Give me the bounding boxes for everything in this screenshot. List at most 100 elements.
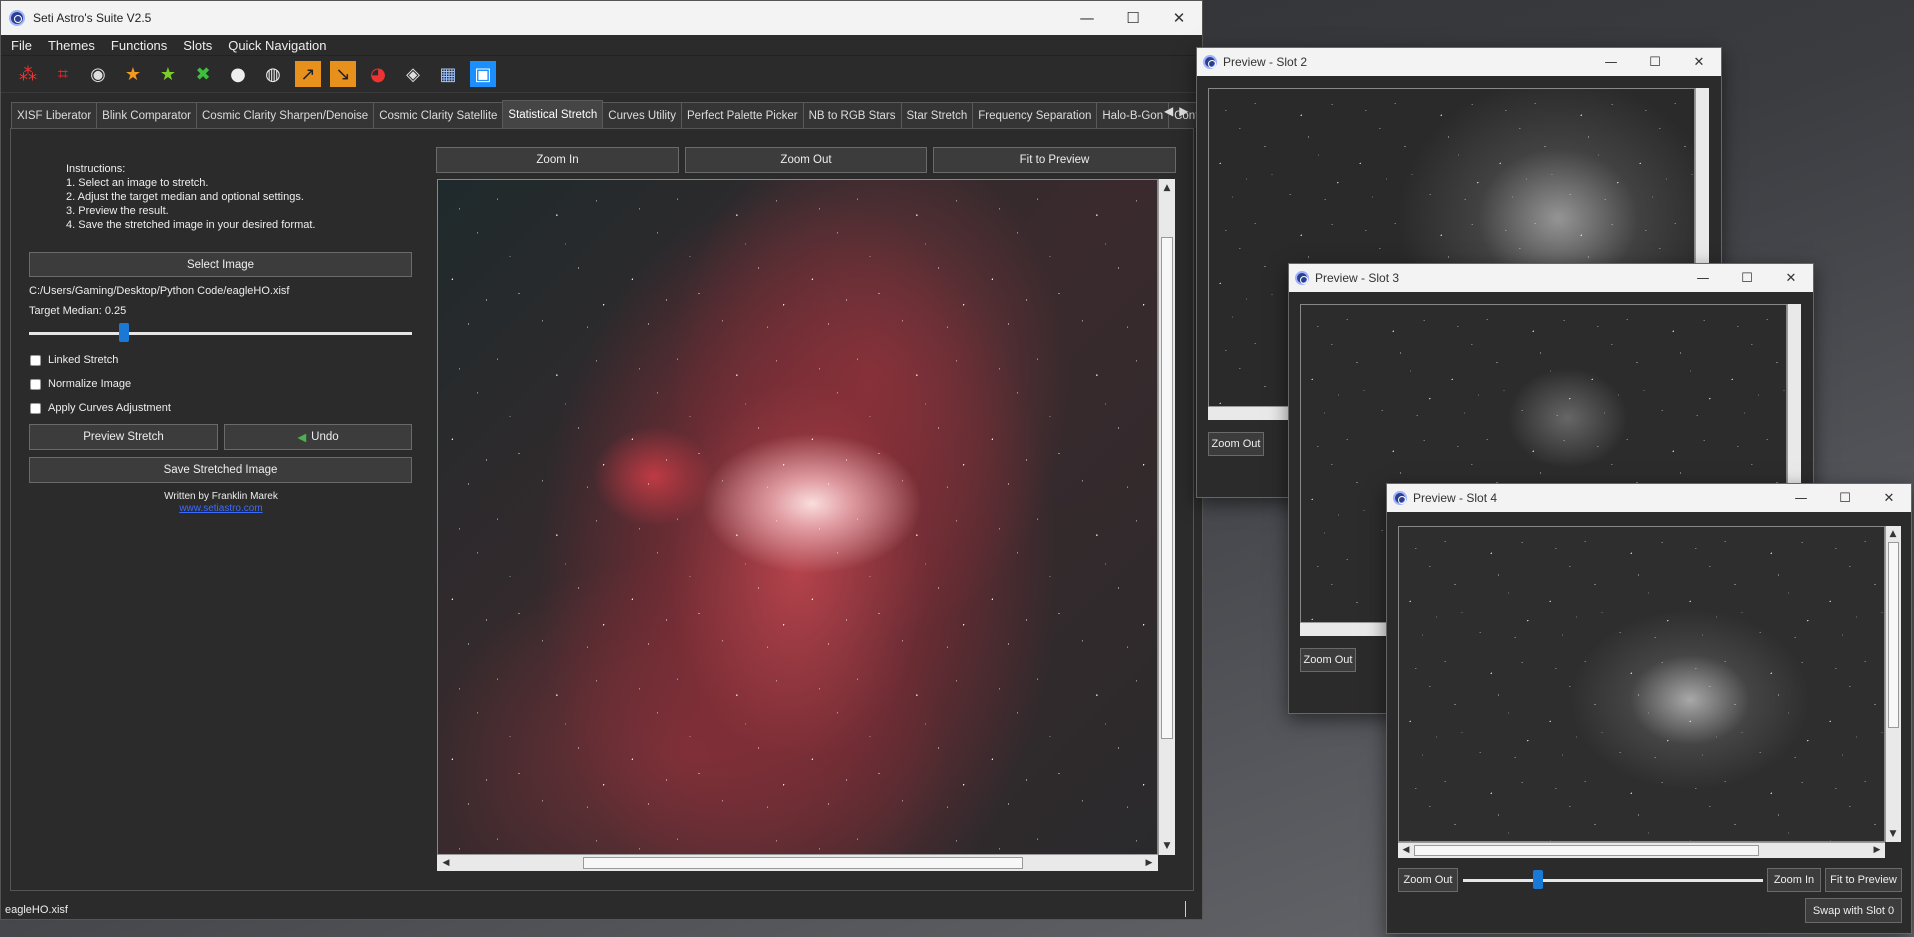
close-icon[interactable]: ✕ [1677, 48, 1721, 76]
status-bar: eagleHO.xisf [5, 904, 68, 916]
menu-quick-navigation[interactable]: Quick Navigation [220, 38, 334, 53]
star-green-icon[interactable]: ★ [155, 61, 181, 87]
apply-curves-checkbox[interactable]: Apply Curves Adjustment [30, 402, 171, 414]
star-pair-icon[interactable]: ⁂ [15, 61, 41, 87]
tab-cosmic-clarity-satellite[interactable]: Cosmic Clarity Satellite [373, 102, 504, 128]
select-image-button[interactable]: Select Image [29, 252, 412, 277]
menu-functions[interactable]: Functions [103, 38, 175, 53]
star-orange-icon[interactable]: ★ [120, 61, 146, 87]
checkbox-box[interactable] [30, 354, 41, 366]
app-icon [1393, 491, 1407, 505]
tab-star-stretch[interactable]: Star Stretch [900, 102, 974, 128]
curves-alt-icon[interactable]: ↘ [330, 61, 356, 87]
tab-scroll-left-icon[interactable]: ◀ [1164, 104, 1173, 118]
crop-icon[interactable]: ⌗ [50, 61, 76, 87]
minimize-icon[interactable]: — [1589, 48, 1633, 76]
normalize-image-checkbox[interactable]: Normalize Image [30, 378, 131, 390]
rgb-combine-icon[interactable]: ◕ [365, 61, 391, 87]
zoom-out-button[interactable]: Zoom Out [685, 147, 927, 173]
credits: Written by Franklin Marek [164, 491, 278, 502]
main-titlebar[interactable]: Seti Astro's Suite V2.5 — ☐ ✕ [1, 1, 1202, 35]
swap-with-slot-0-button[interactable]: Swap with Slot 0 [1805, 898, 1902, 923]
vertical-scroll-thumb[interactable] [1161, 237, 1173, 739]
close-icon[interactable]: ✕ [1867, 484, 1911, 512]
scroll-left-icon[interactable]: ◀ [439, 856, 453, 870]
maximize-icon[interactable]: ☐ [1633, 48, 1677, 76]
preview-horizontal-scrollbar[interactable]: ◀ ▶ [437, 854, 1158, 871]
fit-to-preview-button[interactable]: Fit to Preview [933, 147, 1176, 173]
minimize-icon[interactable]: — [1064, 1, 1110, 35]
slot4-horizontal-thumb[interactable] [1414, 845, 1759, 856]
scroll-down-icon[interactable]: ▼ [1160, 839, 1174, 853]
zoom-in-button[interactable]: Zoom In [436, 147, 679, 173]
slot2-titlebar[interactable]: Preview - Slot 2 — ☐ ✕ [1197, 48, 1721, 76]
preview-image[interactable] [437, 179, 1158, 855]
blink-icon[interactable]: ◉ [85, 61, 111, 87]
cosmic-clarity-icon[interactable]: ● [225, 61, 251, 87]
minimize-icon[interactable]: — [1779, 484, 1823, 512]
star-field [438, 180, 1157, 854]
undo-button[interactable]: ◀ Undo [224, 424, 412, 450]
tab-xisf-liberator[interactable]: XISF Liberator [11, 102, 98, 128]
tab-halo-b-gon[interactable]: Halo-B-Gon [1096, 102, 1170, 128]
preview-vertical-scrollbar[interactable]: ▲ ▼ [1158, 179, 1175, 855]
grid-icon[interactable]: ▦ [435, 61, 461, 87]
scroll-down-icon[interactable]: ▼ [1886, 827, 1900, 841]
maximize-icon[interactable]: ☐ [1110, 1, 1156, 35]
menu-file[interactable]: File [3, 38, 40, 53]
status-separator [1185, 901, 1186, 917]
slot3-zoom-out-button[interactable]: Zoom Out [1300, 648, 1356, 672]
horizontal-scroll-thumb[interactable] [583, 857, 1023, 869]
tab-nb-to-rgb-stars[interactable]: NB to RGB Stars [802, 102, 902, 128]
xisf-icon[interactable]: ◍ [260, 61, 286, 87]
menubar: File Themes Functions Slots Quick Naviga… [1, 35, 1202, 55]
checkbox-box[interactable] [30, 402, 41, 414]
slot4-horizontal-scrollbar[interactable]: ◀ ▶ [1398, 842, 1885, 858]
slot4-zoom-in-button[interactable]: Zoom In [1767, 868, 1821, 892]
slot3-titlebar[interactable]: Preview - Slot 3 — ☐ ✕ [1289, 264, 1813, 292]
slot4-zoom-thumb[interactable] [1533, 870, 1543, 889]
remove-green-icon[interactable]: ✖ [190, 61, 216, 87]
app-icon [1295, 271, 1309, 285]
slot4-image[interactable] [1398, 526, 1885, 842]
main-window: Seti Astro's Suite V2.5 — ☐ ✕ File Theme… [0, 0, 1236, 920]
tab-cosmic-clarity-sharpen[interactable]: Cosmic Clarity Sharpen/Denoise [196, 102, 375, 128]
close-icon[interactable]: ✕ [1769, 264, 1813, 292]
tab-perfect-palette-picker[interactable]: Perfect Palette Picker [681, 102, 804, 128]
menu-slots[interactable]: Slots [175, 38, 220, 53]
slot4-vertical-thumb[interactable] [1888, 542, 1899, 728]
curves-icon[interactable]: ↗ [295, 61, 321, 87]
scroll-up-icon[interactable]: ▲ [1886, 527, 1900, 541]
scroll-right-icon[interactable]: ▶ [1142, 856, 1156, 870]
tab-curves-utility[interactable]: Curves Utility [602, 102, 682, 128]
maximize-icon[interactable]: ☐ [1725, 264, 1769, 292]
checkbox-box[interactable] [30, 378, 41, 390]
slot4-zoom-slider[interactable] [1463, 879, 1763, 882]
tab-blink-comparator[interactable]: Blink Comparator [96, 102, 197, 128]
slot2-zoom-out-button[interactable]: Zoom Out [1208, 432, 1264, 456]
scroll-left-icon[interactable]: ◀ [1399, 843, 1413, 857]
target-median-slider[interactable] [29, 332, 412, 335]
minimize-icon[interactable]: — [1681, 264, 1725, 292]
linked-stretch-checkbox[interactable]: Linked Stretch [30, 354, 118, 366]
slot4-zoom-out-button[interactable]: Zoom Out [1398, 868, 1458, 892]
frame-icon[interactable]: ▣ [470, 61, 496, 87]
menu-themes[interactable]: Themes [40, 38, 103, 53]
slot4-titlebar[interactable]: Preview - Slot 4 — ☐ ✕ [1387, 484, 1911, 512]
scroll-up-icon[interactable]: ▲ [1160, 181, 1174, 195]
preview-stretch-button[interactable]: Preview Stretch [29, 424, 218, 450]
slot4-fit-to-preview-button[interactable]: Fit to Preview [1825, 868, 1902, 892]
close-icon[interactable]: ✕ [1156, 1, 1202, 35]
slot2-title: Preview - Slot 2 [1223, 55, 1308, 69]
tab-frequency-separation[interactable]: Frequency Separation [972, 102, 1098, 128]
slot4-vertical-scrollbar[interactable]: ▲ ▼ [1885, 526, 1901, 842]
save-stretched-image-button[interactable]: Save Stretched Image [29, 457, 412, 483]
target-median-thumb[interactable] [119, 323, 129, 342]
tab-statistical-stretch[interactable]: Statistical Stretch [502, 100, 604, 128]
maximize-icon[interactable]: ☐ [1823, 484, 1867, 512]
palette-icon[interactable]: ◈ [400, 61, 426, 87]
toolbar: ⁂ ⌗ ◉ ★ ★ ✖ ● ◍ ↗ ↘ ◕ ◈ ▦ ▣ [1, 55, 1202, 93]
scroll-right-icon[interactable]: ▶ [1870, 843, 1884, 857]
tab-scroll-right-icon[interactable]: ▶ [1179, 104, 1188, 118]
website-link[interactable]: www.setiastro.com [1, 503, 441, 514]
